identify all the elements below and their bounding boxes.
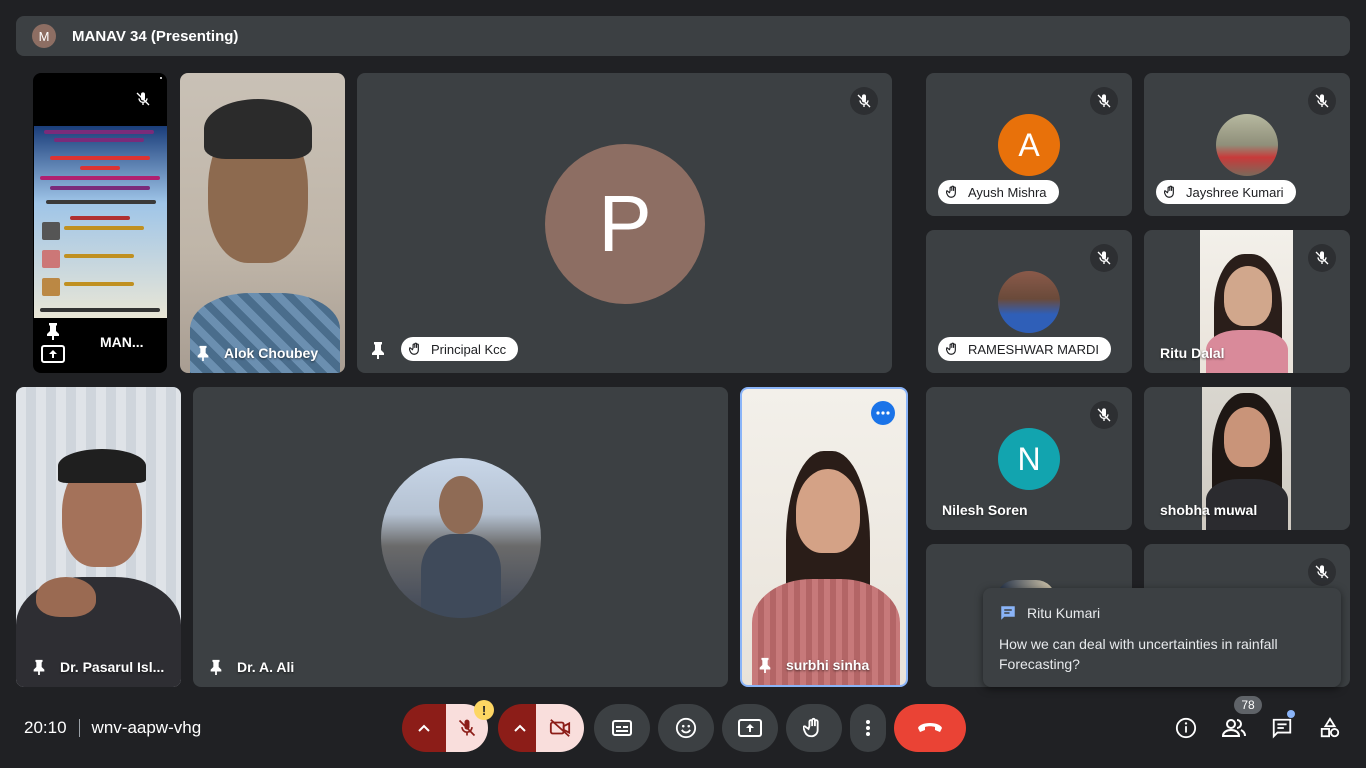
people-icon (1222, 719, 1246, 737)
participant-avatar (998, 271, 1060, 333)
chat-icon (1272, 718, 1292, 739)
tile-rameshwar-mardi[interactable]: RAMESHWAR MARDI (926, 230, 1132, 373)
participant-avatar (1216, 114, 1278, 176)
tile-shobha-muwal[interactable]: shobha muwal (1144, 387, 1350, 530)
mic-off-icon (1308, 87, 1336, 115)
unread-dot (1287, 710, 1295, 718)
pin-icon (33, 659, 45, 675)
mic-off-icon (1308, 244, 1336, 272)
divider (78, 719, 80, 737)
more-options-button[interactable] (850, 704, 886, 752)
participant-name: RAMESHWAR MARDI (968, 341, 1099, 357)
participant-avatar: A (998, 114, 1060, 176)
participant-avatar: N (998, 428, 1060, 490)
participant-avatar (381, 458, 541, 618)
hand-raised-icon (946, 342, 956, 355)
chevron-up-icon (418, 724, 430, 732)
tile-ritu-dalal[interactable]: Ritu Dalal (1144, 230, 1350, 373)
pin-icon[interactable] (371, 341, 385, 359)
activities-button[interactable] (1314, 712, 1346, 744)
meeting-details-button[interactable] (1170, 712, 1202, 744)
tile-dr-pasarul[interactable]: Dr. Pasarul Isl... (16, 387, 181, 687)
emoji-icon (675, 717, 697, 739)
chat-message: How we can deal with uncertainties in ra… (999, 636, 1278, 672)
tile-ayush-mishra[interactable]: A Ayush Mishra (926, 73, 1132, 216)
presenting-title: MANAV 34 (Presenting) (72, 27, 239, 45)
more-options-icon[interactable] (871, 401, 895, 425)
participant-name: Nilesh Soren (942, 502, 1028, 518)
tile-surbhi-sinha[interactable]: surbhi sinha (740, 387, 908, 687)
people-button[interactable] (1218, 712, 1250, 744)
captions-icon (612, 720, 632, 736)
mic-off-icon (129, 85, 157, 113)
raise-hand-button[interactable] (786, 704, 842, 752)
participant-name: surbhi sinha (786, 657, 870, 673)
chevron-up-icon (514, 724, 526, 732)
more-vert-icon (866, 720, 870, 736)
participant-name: Dr. Pasarul Isl... (60, 659, 165, 675)
camera-off-icon (549, 719, 571, 737)
leave-call-button[interactable] (894, 704, 966, 752)
shapes-icon (1320, 717, 1340, 738)
chat-notification[interactable]: Ritu Kumari How we can deal with uncerta… (983, 588, 1341, 687)
presenting-bar: M MANAV 34 (Presenting) (16, 16, 1350, 56)
mic-off-icon (1090, 401, 1118, 429)
participant-name: Ayush Mishra (968, 184, 1047, 200)
pin-icon (197, 345, 209, 361)
pin-icon[interactable] (46, 322, 60, 345)
meeting-code: wnv-aapw-vhg (91, 718, 202, 737)
mic-off-icon (850, 87, 878, 115)
info-icon (1175, 717, 1197, 739)
participant-name: Alok Choubey (224, 345, 319, 361)
mic-off-icon (1090, 244, 1118, 272)
captions-button[interactable] (594, 704, 650, 752)
participant-name: Jayshree Kumari (1186, 184, 1284, 200)
tile-dr-a-ali[interactable]: Dr. A. Ali (193, 387, 728, 687)
participant-avatar: P (545, 144, 705, 304)
mic-off-icon (1090, 87, 1118, 115)
mic-off-icon (458, 719, 476, 737)
participant-name: Ritu Dalal (1160, 345, 1225, 361)
hand-raised-icon (409, 342, 419, 355)
clock-time: 20:10 (24, 718, 67, 737)
present-screen-icon (41, 345, 65, 368)
tile-alok-choubey[interactable]: Alok Choubey (180, 73, 345, 373)
hand-raised-icon (946, 185, 956, 198)
mic-warning-badge: ! (474, 700, 494, 720)
hand-raised-icon (1164, 185, 1174, 198)
mic-off-icon (1308, 558, 1336, 586)
shared-slide-thumbnail (34, 126, 167, 318)
reactions-button[interactable] (658, 704, 714, 752)
participant-name: shobha muwal (1160, 502, 1258, 518)
chat-icon (1001, 606, 1015, 620)
hand-icon (803, 717, 819, 738)
present-screen-icon (738, 719, 762, 737)
presenter-name: MAN... (100, 334, 144, 350)
control-bar: 20:10 wnv-aapw-vhg ! 78 (0, 688, 1366, 768)
tile-nilesh-soren[interactable]: N Nilesh Soren (926, 387, 1132, 530)
audio-settings-button[interactable] (402, 704, 446, 752)
participant-name: Dr. A. Ali (237, 659, 295, 675)
tile-principal-kcc[interactable]: P Principal Kcc (357, 73, 892, 373)
present-now-button[interactable] (722, 704, 778, 752)
presenter-avatar: M (32, 24, 56, 48)
camera-toggle-button[interactable] (536, 704, 584, 752)
pin-icon (759, 657, 771, 673)
pin-icon (210, 659, 222, 675)
tile-jayshree-kumari[interactable]: Jayshree Kumari (1144, 73, 1350, 216)
chat-sender: Ritu Kumari (1027, 605, 1101, 621)
call-end-icon (918, 723, 942, 732)
participant-name: Principal Kcc (431, 341, 507, 357)
